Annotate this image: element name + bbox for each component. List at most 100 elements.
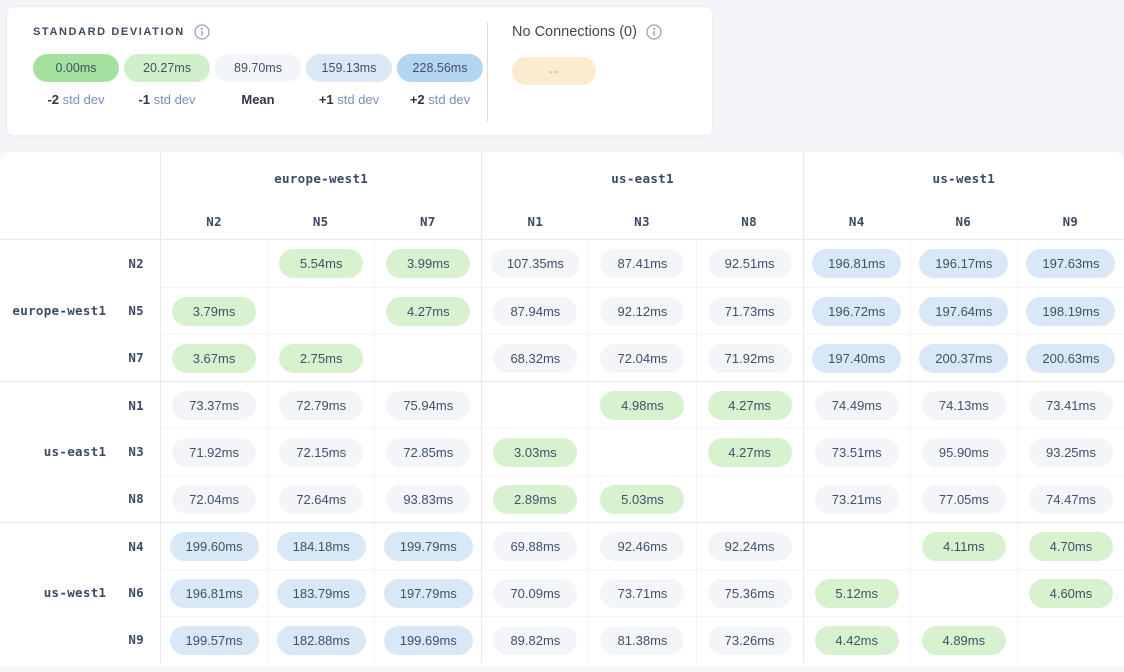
- latency-pill[interactable]: 74.49ms: [815, 391, 899, 420]
- latency-pill[interactable]: 73.21ms: [815, 485, 899, 514]
- latency-pill[interactable]: 4.89ms: [922, 626, 1006, 655]
- latency-cell: [160, 240, 267, 287]
- latency-pill[interactable]: 200.37ms: [919, 344, 1008, 373]
- latency-cell: 3.67ms: [160, 334, 267, 381]
- latency-pill[interactable]: 199.79ms: [384, 532, 473, 561]
- latency-matrix: europe-west1N2N5N7us-east1N1N3N8us-west1…: [0, 152, 1124, 663]
- latency-pill[interactable]: 197.64ms: [919, 297, 1008, 326]
- latency-pill[interactable]: 72.64ms: [279, 485, 363, 514]
- latency-pill[interactable]: 196.72ms: [812, 297, 901, 326]
- matrix-corner-cell: [0, 152, 160, 240]
- latency-pill[interactable]: 72.79ms: [279, 391, 363, 420]
- latency-cell: 93.25ms: [1017, 428, 1124, 475]
- latency-cell: 71.92ms: [160, 428, 267, 475]
- info-icon[interactable]: [194, 24, 210, 40]
- row-node-label: N2: [128, 256, 144, 271]
- latency-pill[interactable]: 77.05ms: [922, 485, 1006, 514]
- latency-pill[interactable]: 73.37ms: [172, 391, 256, 420]
- latency-pill[interactable]: 2.75ms: [279, 344, 363, 373]
- latency-pill[interactable]: 4.70ms: [1029, 532, 1113, 561]
- latency-cell: 182.88ms: [267, 616, 374, 663]
- latency-pill[interactable]: 196.17ms: [919, 249, 1008, 278]
- latency-pill[interactable]: 92.51ms: [708, 249, 792, 278]
- latency-pill[interactable]: 89.82ms: [493, 626, 577, 655]
- latency-pill[interactable]: 71.73ms: [708, 297, 792, 326]
- latency-pill[interactable]: 199.60ms: [170, 532, 259, 561]
- latency-pill[interactable]: 72.04ms: [600, 344, 684, 373]
- latency-cell: 4.27ms: [696, 381, 803, 428]
- latency-pill[interactable]: 69.88ms: [493, 532, 577, 561]
- latency-pill[interactable]: 71.92ms: [172, 438, 256, 467]
- latency-pill[interactable]: 92.46ms: [600, 532, 684, 561]
- latency-pill[interactable]: 92.24ms: [708, 532, 792, 561]
- latency-pill[interactable]: 199.69ms: [384, 626, 473, 655]
- latency-cell: 72.79ms: [267, 381, 374, 428]
- latency-pill[interactable]: 75.36ms: [708, 579, 792, 608]
- latency-pill[interactable]: 74.47ms: [1029, 485, 1113, 514]
- latency-pill[interactable]: 199.57ms: [170, 626, 259, 655]
- latency-pill[interactable]: 73.51ms: [815, 438, 899, 467]
- latency-pill[interactable]: 87.94ms: [493, 297, 577, 326]
- latency-pill[interactable]: 4.11ms: [922, 532, 1006, 561]
- latency-pill[interactable]: 107.35ms: [491, 249, 580, 278]
- latency-pill[interactable]: 4.98ms: [600, 391, 684, 420]
- latency-pill[interactable]: 2.89ms: [493, 485, 577, 514]
- latency-cell: 199.79ms: [374, 522, 481, 569]
- latency-pill[interactable]: 200.63ms: [1026, 344, 1115, 373]
- latency-cell: [374, 334, 481, 381]
- latency-pill[interactable]: 183.79ms: [277, 579, 366, 608]
- latency-cell: 72.85ms: [374, 428, 481, 475]
- latency-pill[interactable]: 87.41ms: [600, 249, 684, 278]
- latency-pill[interactable]: 75.94ms: [386, 391, 470, 420]
- latency-pill[interactable]: 197.40ms: [812, 344, 901, 373]
- latency-pill[interactable]: 182.88ms: [277, 626, 366, 655]
- latency-pill[interactable]: 68.32ms: [493, 344, 577, 373]
- latency-pill[interactable]: 5.03ms: [600, 485, 684, 514]
- latency-pill[interactable]: 3.67ms: [172, 344, 256, 373]
- latency-pill[interactable]: 4.27ms: [386, 297, 470, 326]
- latency-pill[interactable]: 196.81ms: [812, 249, 901, 278]
- latency-cell: [803, 522, 910, 569]
- latency-pill[interactable]: 197.63ms: [1026, 249, 1115, 278]
- latency-pill[interactable]: 184.18ms: [277, 532, 366, 561]
- legend-card: STANDARD DEVIATION 0.00ms20.27ms89.70ms1…: [6, 6, 713, 136]
- latency-pill[interactable]: 4.27ms: [708, 391, 792, 420]
- row-label-cell: N2: [0, 240, 160, 287]
- latency-pill[interactable]: 95.90ms: [922, 438, 1006, 467]
- latency-pill[interactable]: 73.41ms: [1029, 391, 1113, 420]
- latency-pill[interactable]: 93.83ms: [386, 485, 470, 514]
- latency-cell: 5.03ms: [588, 475, 695, 522]
- latency-cell: 3.79ms: [160, 287, 267, 334]
- column-node-header: N2: [160, 204, 267, 240]
- latency-pill[interactable]: 72.04ms: [172, 485, 256, 514]
- latency-cell: 200.37ms: [910, 334, 1017, 381]
- latency-pill[interactable]: 3.79ms: [172, 297, 256, 326]
- latency-pill[interactable]: 71.92ms: [708, 344, 792, 373]
- row-label-cell: N7: [0, 334, 160, 381]
- latency-pill[interactable]: 4.27ms: [708, 438, 792, 467]
- latency-pill[interactable]: 198.19ms: [1026, 297, 1115, 326]
- legend-pill-label: Mean: [215, 92, 301, 107]
- latency-cell: 4.98ms: [588, 381, 695, 428]
- latency-pill[interactable]: 92.12ms: [600, 297, 684, 326]
- latency-pill[interactable]: 3.99ms: [386, 249, 470, 278]
- latency-pill[interactable]: 5.12ms: [815, 579, 899, 608]
- latency-pill[interactable]: 72.85ms: [386, 438, 470, 467]
- latency-pill[interactable]: 73.26ms: [708, 626, 792, 655]
- latency-pill[interactable]: 196.81ms: [170, 579, 259, 608]
- latency-pill[interactable]: 4.60ms: [1029, 579, 1113, 608]
- latency-cell: 75.36ms: [696, 569, 803, 616]
- row-region-label: us-east1: [44, 444, 107, 459]
- latency-pill[interactable]: 72.15ms: [279, 438, 363, 467]
- latency-pill[interactable]: 73.71ms: [600, 579, 684, 608]
- latency-pill[interactable]: 4.42ms: [815, 626, 899, 655]
- latency-pill[interactable]: 74.13ms: [922, 391, 1006, 420]
- latency-pill[interactable]: 3.03ms: [493, 438, 577, 467]
- latency-pill[interactable]: 81.38ms: [600, 626, 684, 655]
- latency-pill[interactable]: 93.25ms: [1029, 438, 1113, 467]
- latency-pill[interactable]: 5.54ms: [279, 249, 363, 278]
- latency-pill[interactable]: 197.79ms: [384, 579, 473, 608]
- latency-pill[interactable]: 70.09ms: [493, 579, 577, 608]
- column-node-header: N5: [267, 204, 374, 240]
- info-icon[interactable]: [646, 24, 662, 40]
